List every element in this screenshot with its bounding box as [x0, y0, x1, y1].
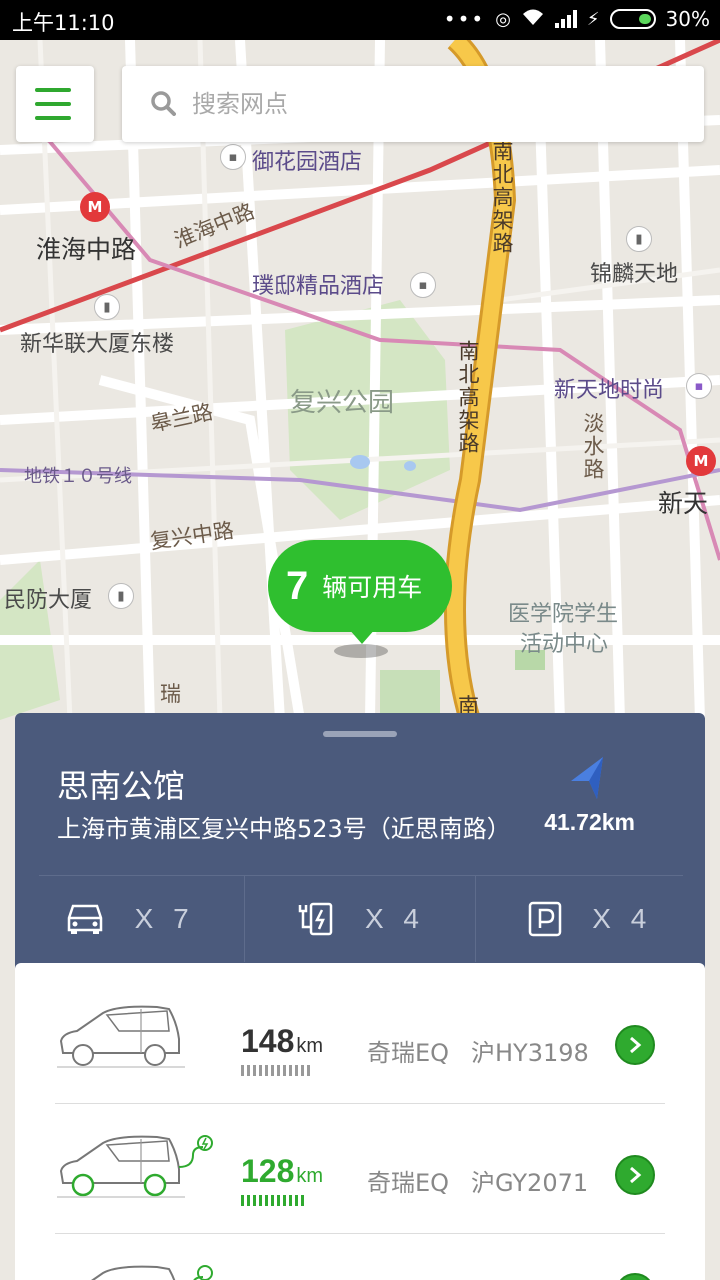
- wifi-icon: [521, 7, 545, 31]
- drag-handle[interactable]: [323, 731, 397, 737]
- hotel-icon: ▪: [410, 272, 436, 298]
- available-label: 辆可用车: [322, 573, 423, 602]
- car-icon: [57, 1005, 185, 1068]
- building-icon: ▮: [626, 226, 652, 252]
- map-label-nanbei-2: 南北高架路: [456, 340, 480, 455]
- car-model: 奇瑞EQ: [367, 1169, 450, 1197]
- chevron-right-icon: [630, 1036, 642, 1054]
- station-name: 思南公馆: [57, 767, 186, 805]
- parking-icon: [529, 901, 562, 937]
- car-list[interactable]: 148 km 奇瑞EQ 沪HY3198 128 km 奇瑞EQ 沪GY2071: [15, 963, 705, 1280]
- metro-icon: M: [80, 192, 110, 222]
- car-plate: 沪HY3198: [471, 1039, 589, 1067]
- map-label-xinhualian: 新华联大厦东楼: [20, 332, 175, 357]
- car-detail-button[interactable]: [615, 1025, 655, 1065]
- metro-icon: M: [686, 446, 716, 476]
- navigate-icon[interactable]: [567, 755, 607, 801]
- car-range: 148 km: [241, 1023, 323, 1060]
- hotel-icon: ▪: [220, 144, 246, 170]
- stat-chargers-count: X 4: [364, 903, 425, 934]
- battery-gauge: [241, 1195, 304, 1206]
- map-label-yuhuayuan: 御花园酒店: [252, 150, 363, 175]
- marker-shadow: [334, 644, 388, 658]
- battery-gauge: [241, 1065, 310, 1076]
- search-bar[interactable]: [122, 66, 704, 142]
- car-range-unit: km: [296, 1165, 324, 1187]
- charging-car-icon: [57, 1135, 213, 1198]
- chevron-right-icon: [630, 1166, 642, 1184]
- battery-level: 30%: [665, 7, 710, 31]
- stat-parking: X 4: [474, 876, 705, 962]
- map-label-nanbei-1: 南北高架路: [490, 140, 514, 255]
- more-icon: •••: [443, 7, 486, 31]
- car-plate: 沪GY2071: [471, 1169, 589, 1197]
- map-label-metro10: 地铁１０号线: [24, 466, 132, 487]
- status-time: 上午11:10: [12, 11, 115, 35]
- car-model: 奇瑞EQ: [367, 1039, 450, 1067]
- car-range-unit: km: [296, 1035, 324, 1057]
- stat-parking-count: X 4: [592, 903, 653, 934]
- stat-cars-count: X 7: [134, 903, 195, 934]
- available-count: 7: [286, 563, 309, 608]
- car-range-value: 148: [241, 1023, 295, 1059]
- alarm-icon: ◎: [495, 8, 511, 30]
- available-cars-marker[interactable]: 7 辆可用车: [268, 540, 452, 644]
- map-label-puyi: 璞邸精品酒店: [252, 274, 385, 299]
- map-label-huaihai: 淮海中路: [36, 235, 137, 264]
- charging-car-icon: [91, 1265, 213, 1280]
- stat-cars: X 7: [15, 876, 244, 962]
- station-info-panel[interactable]: 思南公馆 上海市黄浦区复兴中路523号（近思南路） 41.72km X 7 X …: [15, 713, 705, 973]
- car-detail-button[interactable]: [615, 1155, 655, 1195]
- map-label-xintiandi-shishang: 新天地时尚: [554, 378, 665, 403]
- map-label-fuxing-park: 复兴公园: [290, 388, 395, 418]
- status-bar: 上午11:10 ••• ◎ ⚡ 30%: [0, 0, 720, 40]
- map-label-xintian: 新天: [658, 489, 709, 518]
- building-icon: ▮: [108, 583, 134, 609]
- map-label-minfang: 民防大厦: [4, 588, 93, 613]
- charger-icon: [298, 902, 333, 936]
- station-address: 上海市黄浦区复兴中路523号（近思南路）: [57, 815, 511, 843]
- map-label-danshui: 淡水路: [581, 412, 605, 481]
- map-label-jinlin: 锦麟天地: [590, 262, 679, 287]
- car-list-item[interactable]: [15, 1233, 705, 1280]
- map-label-yixueyuan: 医学院学生: [508, 602, 619, 627]
- station-stats: X 7 X 4 X 4: [15, 876, 705, 962]
- car-list-item[interactable]: 128 km 奇瑞EQ 沪GY2071: [15, 1103, 705, 1233]
- shopping-icon: ▪: [686, 373, 712, 399]
- car-range: 128 km: [241, 1153, 323, 1190]
- map-label-rui: 瑞: [160, 682, 181, 706]
- menu-button[interactable]: [16, 66, 94, 142]
- stat-chargers: X 4: [244, 876, 474, 962]
- building-icon: ▮: [94, 294, 120, 320]
- car-icon: [67, 904, 102, 934]
- status-icons: ••• ◎ ⚡ 30%: [444, 7, 710, 31]
- car-range-value: 128: [241, 1153, 295, 1189]
- car-list-item[interactable]: 148 km 奇瑞EQ 沪HY3198: [15, 973, 705, 1103]
- car-detail-button[interactable]: [615, 1273, 655, 1280]
- search-input[interactable]: [192, 66, 672, 142]
- search-icon: [151, 91, 176, 116]
- signal-icon: [554, 10, 577, 28]
- station-distance: 41.72km: [544, 809, 635, 835]
- battery-icon: [609, 9, 656, 29]
- charging-icon: ⚡: [586, 8, 600, 30]
- map-label-huodong: 活动中心: [520, 632, 609, 657]
